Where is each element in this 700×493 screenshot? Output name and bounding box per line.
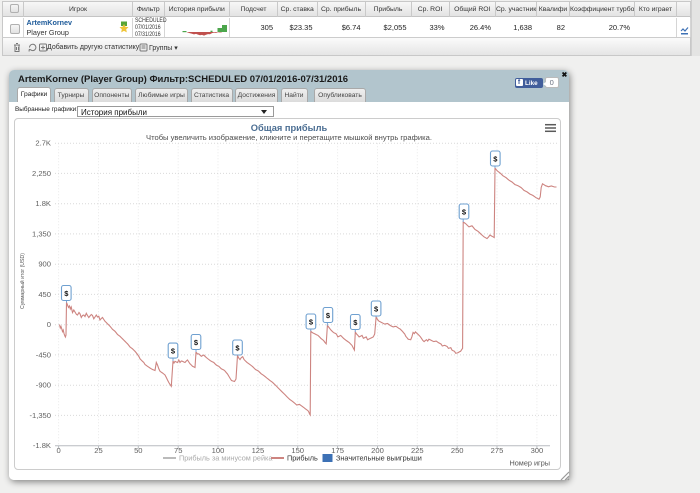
- svg-text:Прибыль за минусом рейка: Прибыль за минусом рейка: [179, 454, 273, 463]
- svg-text:50: 50: [134, 446, 142, 455]
- svg-text:Суммарный итог (USD): Суммарный итог (USD): [19, 253, 26, 309]
- svg-text:Значительные выигрыши: Значительные выигрыши: [336, 454, 422, 463]
- svg-text:-900: -900: [36, 381, 51, 390]
- svg-text:-450: -450: [36, 350, 51, 359]
- svg-text:1.8K: 1.8K: [35, 199, 51, 208]
- svg-text:2,250: 2,250: [32, 169, 51, 178]
- svg-text:-1.8K: -1.8K: [33, 441, 51, 450]
- svg-text:2.7K: 2.7K: [35, 139, 51, 148]
- svg-text:Общая прибыль: Общая прибыль: [251, 123, 328, 133]
- svg-text:300: 300: [531, 446, 544, 455]
- svg-text:900: 900: [38, 260, 51, 269]
- svg-text:250: 250: [451, 446, 464, 455]
- svg-text:Номер игры: Номер игры: [509, 459, 550, 468]
- svg-text:Чтобы увеличить изображение, к: Чтобы увеличить изображение, кликните и …: [146, 133, 432, 142]
- svg-text:25: 25: [94, 446, 102, 455]
- svg-text:275: 275: [491, 446, 504, 455]
- svg-text:0: 0: [56, 446, 60, 455]
- svg-text:450: 450: [38, 290, 51, 299]
- svg-text:-1,350: -1,350: [29, 411, 51, 420]
- svg-text:Прибыль: Прибыль: [287, 454, 318, 463]
- svg-text:1,350: 1,350: [32, 229, 51, 238]
- svg-text:0: 0: [47, 320, 51, 329]
